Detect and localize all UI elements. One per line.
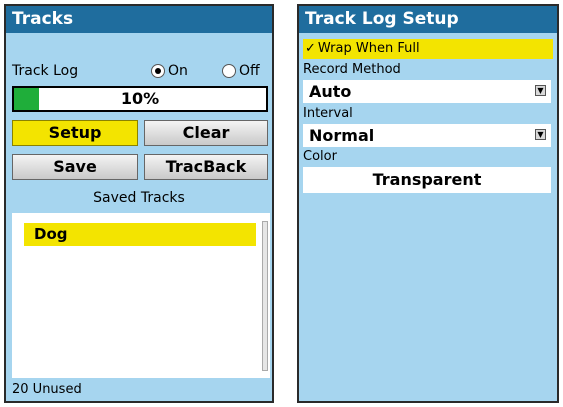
- interval-value: Normal: [309, 126, 375, 145]
- track-memory-bar: 10%: [12, 86, 268, 112]
- list-scrollbar[interactable]: [262, 221, 268, 371]
- track-log-setup-screen: Track Log Setup ✓ Wrap When Full Record M…: [297, 4, 559, 403]
- dropdown-arrow-icon[interactable]: ▼: [535, 129, 546, 140]
- wrap-when-full-label: Wrap When Full: [317, 41, 420, 56]
- track-memory-percent: 10%: [120, 89, 160, 108]
- saved-track-item[interactable]: Dog: [24, 223, 256, 246]
- dropdown-arrow-icon[interactable]: ▼: [535, 85, 546, 96]
- wrap-when-full-checkbox[interactable]: ✓ Wrap When Full: [303, 39, 553, 59]
- clear-button[interactable]: Clear: [144, 120, 268, 146]
- setup-button[interactable]: Setup: [12, 120, 138, 146]
- color-field[interactable]: Transparent: [303, 167, 551, 193]
- record-method-value: Auto: [309, 82, 352, 101]
- record-method-select[interactable]: Auto ▼: [303, 80, 551, 103]
- tracks-screen: Tracks Track Log On Off 10% Setup Clear …: [4, 4, 274, 403]
- color-label: Color: [303, 149, 337, 164]
- tracback-button[interactable]: TracBack: [144, 154, 268, 180]
- unused-count: 20 Unused: [12, 382, 82, 397]
- record-method-label: Record Method: [303, 62, 401, 77]
- interval-select[interactable]: Normal ▼: [303, 124, 551, 147]
- track-log-label: Track Log: [12, 63, 79, 79]
- save-button[interactable]: Save: [12, 154, 138, 180]
- setup-title: Track Log Setup: [299, 6, 557, 33]
- track-log-on-label: On: [168, 63, 188, 79]
- interval-label: Interval: [303, 106, 353, 121]
- check-icon: ✓: [305, 41, 316, 56]
- track-log-on-radio[interactable]: [151, 64, 165, 78]
- saved-tracks-heading: Saved Tracks: [93, 190, 185, 206]
- track-log-off-label: Off: [239, 63, 260, 79]
- tracks-title: Tracks: [6, 6, 272, 33]
- saved-tracks-list: Dog: [12, 213, 270, 378]
- track-log-off-radio[interactable]: [222, 64, 236, 78]
